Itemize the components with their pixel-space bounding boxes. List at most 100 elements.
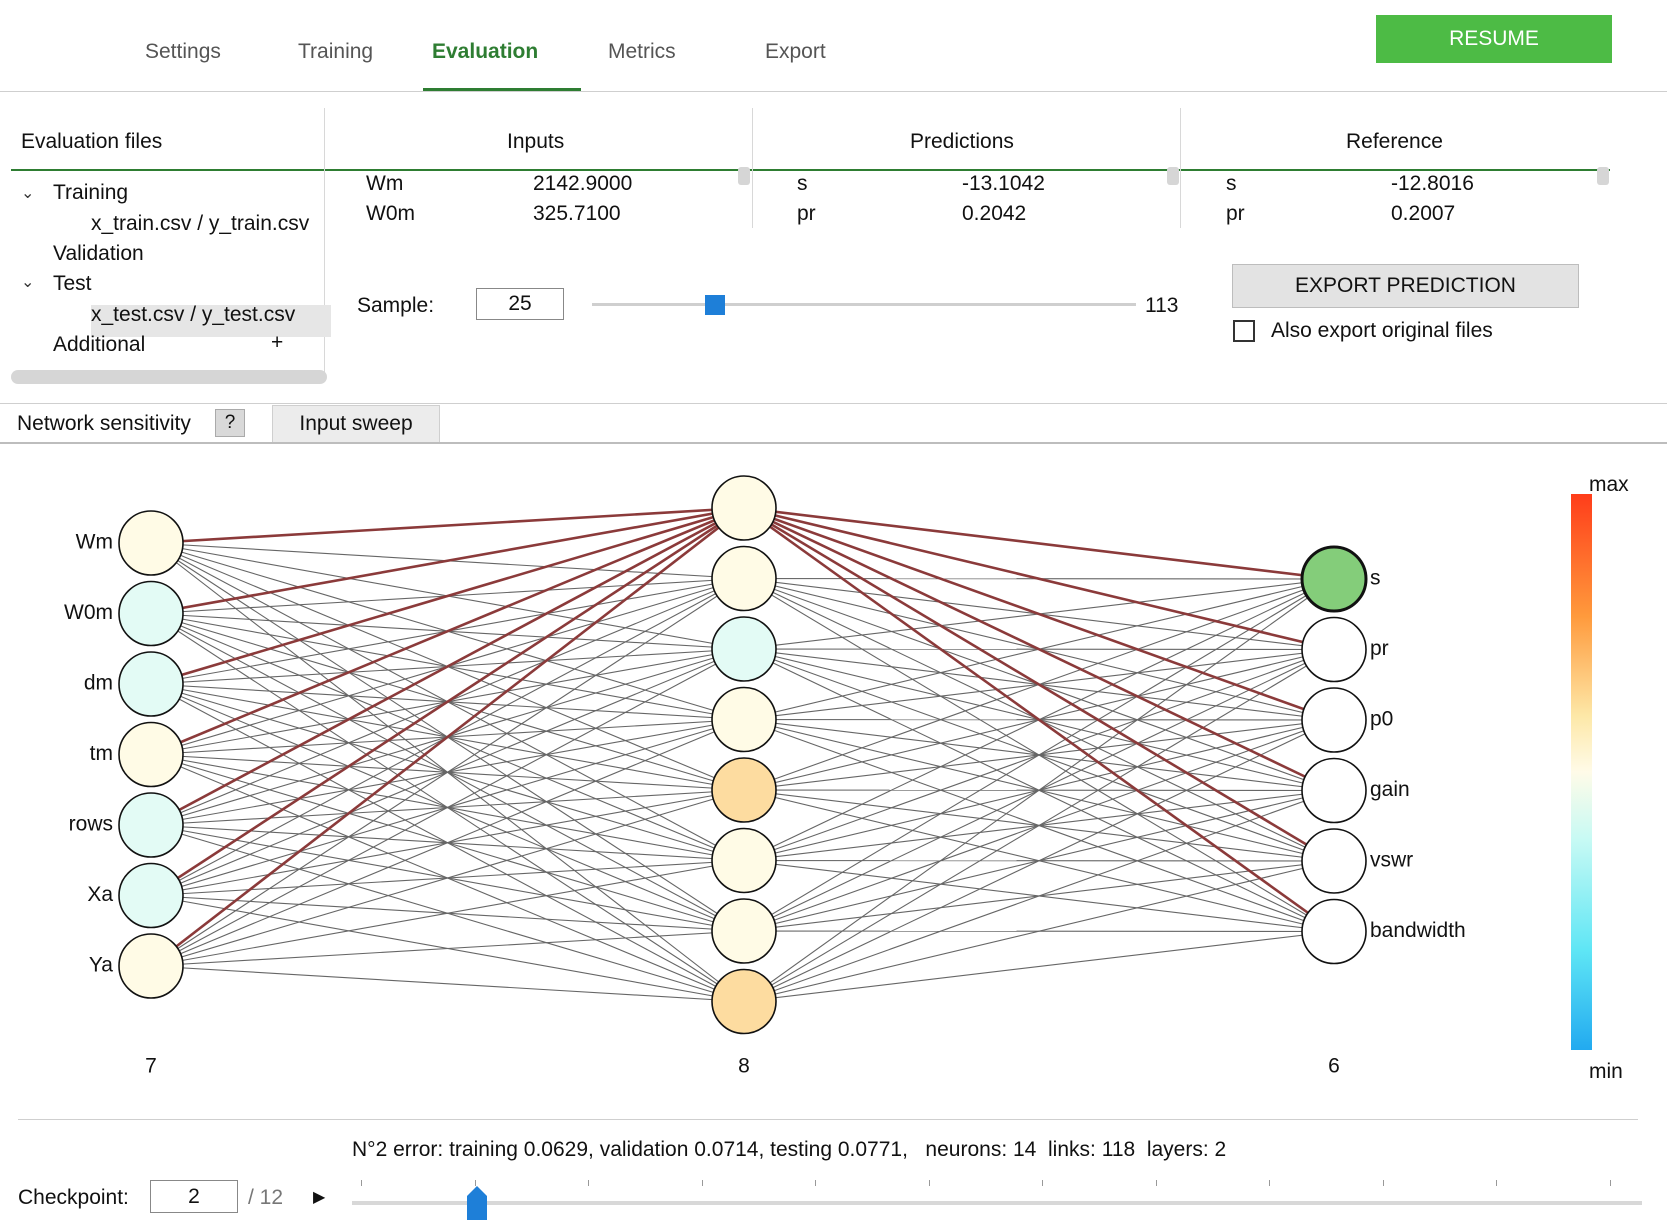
hidden-neuron[interactable] <box>711 545 777 612</box>
checkpoint-total: / 12 <box>248 1186 284 1209</box>
checkpoint-label: Checkpoint: <box>18 1186 129 1209</box>
sample-slider-track[interactable] <box>592 303 1136 306</box>
network-link <box>150 718 745 967</box>
output-neuron-s[interactable] <box>1300 545 1368 613</box>
chevron-down-icon[interactable]: ⌄ <box>21 272 34 292</box>
reference-name: pr <box>1226 202 1245 225</box>
layer-neuron-count: 6 <box>1328 1055 1340 1075</box>
tree-item-validation[interactable]: Validation <box>53 242 144 266</box>
panel-separator <box>752 108 753 228</box>
output-neuron-p0[interactable] <box>1301 687 1367 753</box>
tab-export[interactable]: Export <box>765 40 826 64</box>
network-sensitivity-tab[interactable]: Network sensitivity <box>17 412 191 436</box>
panel-separator <box>1180 108 1181 228</box>
output-neuron-label: p0 <box>1370 708 1393 731</box>
checkpoint-tick <box>1042 1180 1044 1186</box>
checkpoint-tick <box>361 1180 362 1186</box>
input-sweep-tab[interactable]: Input sweep <box>272 405 440 443</box>
input-neuron-label: Xa <box>87 883 113 906</box>
network-link <box>150 506 745 545</box>
reference-scrollbar[interactable] <box>1597 167 1609 185</box>
export-original-checkbox[interactable] <box>1233 320 1255 342</box>
checkpoint-slider-thumb[interactable] <box>467 1186 487 1220</box>
network-link <box>150 965 745 1003</box>
network-link <box>743 649 1335 1002</box>
input-neuron-label: dm <box>84 672 113 695</box>
network-link <box>743 930 1335 1003</box>
checkpoint-tick <box>1496 1180 1498 1186</box>
input-name: Wm <box>366 172 404 195</box>
play-icon[interactable]: ▶ <box>313 1187 325 1207</box>
input-neuron-label: Ya <box>89 954 113 977</box>
hidden-neuron[interactable] <box>711 757 777 823</box>
checkpoint-input[interactable]: 2 <box>150 1180 238 1213</box>
layer-neuron-count: 7 <box>145 1055 157 1075</box>
checkpoint-slider-track[interactable] <box>352 1201 1642 1205</box>
output-neuron-label: vswr <box>1370 849 1413 872</box>
network-link <box>743 789 1335 1003</box>
input-neuron-Xa[interactable] <box>118 862 184 929</box>
network-link <box>150 930 745 967</box>
tree-item-training-file[interactable]: x_train.csv / y_train.csv <box>91 212 309 236</box>
input-neuron-label: Wm <box>76 531 113 554</box>
tab-bar-divider <box>0 91 1667 92</box>
checkpoint-tick <box>588 1180 590 1186</box>
network-diagram: Wm W0m dm tm rows Xa Ya s pr p0 gain vswr bandwidth 7… <box>64 475 1466 1075</box>
input-neuron-label: W0m <box>64 601 113 624</box>
prediction-name: s <box>797 172 808 195</box>
section-divider <box>0 403 1667 404</box>
tree-item-test-file[interactable]: x_test.csv / y_test.csv <box>91 303 295 327</box>
input-neuron-Wm[interactable] <box>118 510 184 576</box>
input-neuron-tm[interactable] <box>118 721 184 788</box>
tab-training[interactable]: Training <box>298 40 373 64</box>
output-neuron-pr[interactable] <box>1301 616 1367 683</box>
tree-item-test[interactable]: Test <box>53 272 92 296</box>
tab-metrics[interactable]: Metrics <box>608 40 676 64</box>
checkpoint-tick <box>928 1180 930 1186</box>
input-neuron-label: rows <box>69 813 113 836</box>
output-neuron-vswr[interactable] <box>1301 828 1367 894</box>
input-neuron-W0m[interactable] <box>118 580 184 647</box>
hidden-neuron[interactable] <box>711 968 777 1035</box>
network-link <box>150 648 745 967</box>
input-neuron-dm[interactable] <box>118 651 184 717</box>
reference-value: -12.8016 <box>1391 172 1474 195</box>
sample-input[interactable]: 25 <box>476 288 564 320</box>
checkpoint-tick <box>1155 1180 1157 1186</box>
inputs-scrollbar[interactable] <box>738 167 750 185</box>
network-link <box>150 506 745 827</box>
input-value: 2142.9000 <box>533 172 633 195</box>
chevron-down-icon[interactable]: ⌄ <box>21 183 34 203</box>
network-link <box>150 789 745 967</box>
export-original-label[interactable]: Also export original files <box>1271 319 1493 343</box>
files-horizontal-scrollbar[interactable] <box>11 370 327 384</box>
reference-value: 0.2007 <box>1391 202 1456 225</box>
output-neuron-gain[interactable] <box>1301 757 1367 824</box>
input-neuron-Ya[interactable] <box>118 933 184 999</box>
tree-item-additional[interactable]: Additional <box>53 333 145 357</box>
input-value: 325.7100 <box>533 202 621 225</box>
resume-button[interactable]: RESUME <box>1376 15 1612 63</box>
output-neuron-label: gain <box>1370 778 1410 801</box>
hidden-neuron[interactable] <box>711 686 777 753</box>
input-neuron-rows[interactable] <box>118 792 184 858</box>
tab-evaluation[interactable]: Evaluation <box>432 40 538 64</box>
predictions-scrollbar[interactable] <box>1167 167 1179 185</box>
tree-item-training[interactable]: Training <box>53 181 128 205</box>
sample-slider-thumb[interactable] <box>705 295 725 315</box>
tab-settings[interactable]: Settings <box>145 40 221 64</box>
input-name: W0m <box>366 202 415 225</box>
output-neuron-bandwidth[interactable] <box>1301 898 1367 965</box>
checkpoint-tick <box>1269 1180 1271 1186</box>
export-prediction-button[interactable]: EXPORT PREDICTION <box>1232 264 1579 308</box>
input-neuron-label: tm <box>90 742 113 765</box>
hidden-neuron[interactable] <box>711 898 777 964</box>
checkpoint-tick <box>1382 1180 1384 1186</box>
hidden-neuron[interactable] <box>711 616 777 682</box>
network-link <box>743 506 1335 863</box>
add-file-button[interactable]: + <box>271 331 283 355</box>
network-divider <box>0 442 1667 444</box>
hidden-neuron[interactable] <box>711 827 777 894</box>
hidden-neuron[interactable] <box>711 475 777 541</box>
help-button[interactable]: ? <box>215 409 245 437</box>
